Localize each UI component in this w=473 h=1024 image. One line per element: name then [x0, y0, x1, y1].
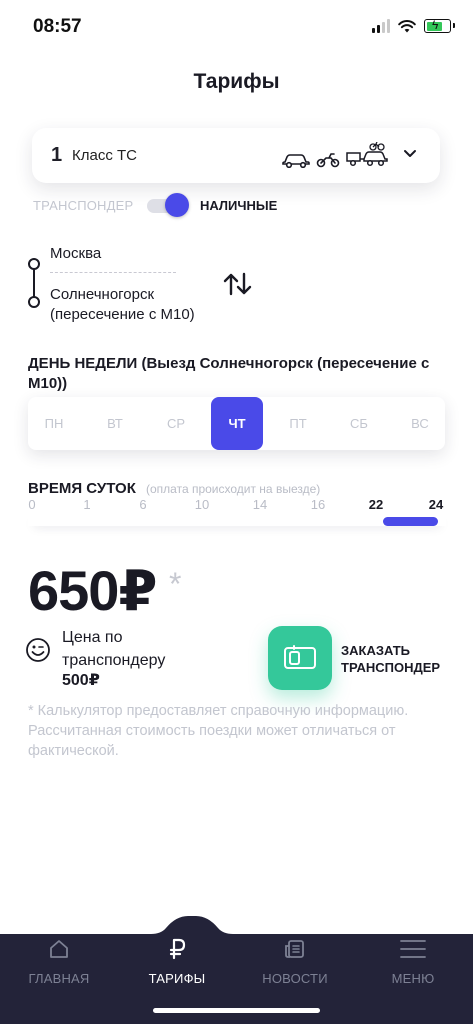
wifi-icon: [398, 19, 416, 32]
route-selector: Москва Солнечногорск (пересечение с М10): [22, 240, 322, 330]
status-time: 08:57: [33, 16, 82, 37]
price-value: 650₽: [28, 559, 157, 622]
vehicle-class-number: 1: [51, 144, 63, 166]
transponder-price-label: Цена по транспондеру: [62, 629, 166, 669]
signal-icon: [372, 19, 390, 33]
route-end-dot: [28, 296, 40, 308]
transponder-icon: [284, 645, 316, 669]
switch-knob: [165, 193, 189, 217]
tab-news[interactable]: НОВОСТИ: [245, 938, 345, 986]
day-option[interactable]: ПН: [28, 397, 80, 450]
order-transponder-label[interactable]: ЗАКАЗАТЬ ТРАНСПОНДЕР: [341, 642, 461, 676]
news-icon: [285, 940, 304, 958]
payment-method-switch[interactable]: [147, 193, 189, 217]
tab-tariffs-label: ТАРИФЫ: [148, 971, 206, 986]
vehicle-class-selector[interactable]: 1 Класс ТС: [32, 128, 440, 183]
menu-icon: [400, 940, 426, 958]
route-to-line2: (пересечение с М10): [50, 306, 195, 323]
tab-tariffs[interactable]: ТАРИФЫ: [127, 938, 227, 986]
car-icon: [282, 154, 310, 168]
order-transponder-button[interactable]: [268, 626, 332, 690]
payment-cash-option[interactable]: НАЛИЧНЫЕ: [200, 198, 277, 213]
swap-direction-icon[interactable]: [222, 270, 254, 298]
page-title: Тарифы: [193, 70, 280, 93]
home-indicator: [153, 1008, 320, 1013]
route-start-dot: [28, 258, 40, 270]
battery-icon: ϟ: [424, 18, 455, 33]
day-option[interactable]: ВТ: [89, 397, 141, 450]
status-icons: ϟ: [372, 18, 455, 33]
day-option[interactable]: ВС: [394, 397, 446, 450]
tab-news-label: НОВОСТИ: [262, 971, 328, 986]
tab-home-label: ГЛАВНАЯ: [28, 971, 90, 986]
tab-home[interactable]: ГЛАВНАЯ: [9, 938, 109, 986]
route-to-line1: Солнечногорск: [50, 286, 155, 303]
payment-transponder-option[interactable]: ТРАНСПОНДЕР: [33, 198, 133, 213]
ruble-icon: [169, 938, 186, 960]
price-asterisk: *: [169, 566, 182, 602]
disclaimer-text: * Калькулятор предоставляет справочную и…: [28, 703, 409, 759]
route-divider: [50, 272, 176, 273]
tab-menu-label: МЕНЮ: [391, 971, 435, 986]
car-trailer-icon: [346, 142, 388, 167]
home-icon: [50, 940, 68, 958]
transponder-price-value: 500₽: [62, 672, 100, 689]
vehicle-icons: [282, 142, 388, 168]
time-of-day-title: ВРЕМЯ СУТОК: [28, 480, 136, 497]
day-option[interactable]: ЧТ: [211, 397, 263, 450]
route-to[interactable]: Солнечногорск (пересечение с М10): [50, 285, 195, 325]
motorcycle-icon: [316, 153, 340, 168]
tab-menu[interactable]: МЕНЮ: [363, 938, 463, 986]
chevron-down-icon[interactable]: [402, 145, 418, 161]
day-of-week-title: ДЕНЬ НЕДЕЛИ (Выезд Солнечногорск (пересе…: [28, 355, 430, 392]
status-bar: 08:57 ϟ: [0, 0, 473, 56]
time-of-day-note: (оплата происходит на выезде): [146, 482, 321, 496]
day-option[interactable]: СБ: [333, 397, 385, 450]
day-of-week-selector: ПН ВТ СР ЧТ ПТ СБ ВС: [28, 397, 445, 450]
route-from[interactable]: Москва: [50, 245, 101, 262]
smile-icon: [26, 638, 50, 662]
vehicle-class-label: Класс ТС: [72, 147, 137, 164]
day-option[interactable]: СР: [150, 397, 202, 450]
time-slider-range[interactable]: [383, 517, 438, 526]
day-option[interactable]: ПТ: [272, 397, 324, 450]
